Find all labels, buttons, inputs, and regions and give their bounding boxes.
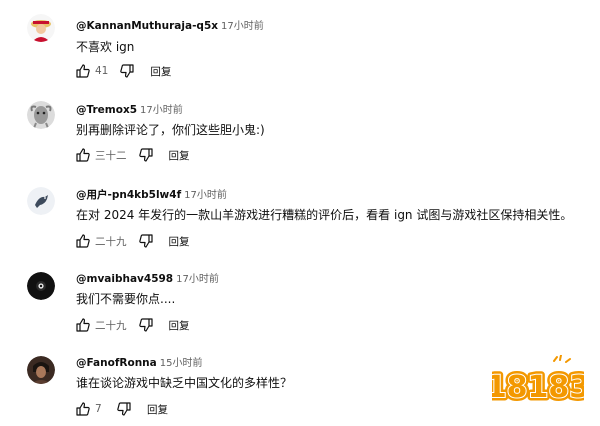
comment-actions: 二十九 回复: [74, 316, 190, 334]
thumb-up-icon[interactable]: [74, 400, 92, 418]
comment-author-line: @KannanMuthuraja-q5x 17小时前: [76, 17, 264, 32]
comment-actions: 二十九 回复: [74, 232, 190, 250]
comment-text: 在对 2024 年发行的一款山羊游戏进行糟糕的评价后，看看 ign 试图与游戏社…: [76, 208, 573, 222]
comment-text: 别再删除评论了，你们这些胆小鬼:): [76, 123, 265, 137]
thumb-down-icon[interactable]: [118, 62, 136, 80]
comment-time[interactable]: 17小时前: [221, 21, 264, 32]
thumb-up-icon[interactable]: [74, 146, 92, 164]
thumb-down-icon[interactable]: [137, 232, 155, 250]
comment-text: 谁在谈论游戏中缺乏中国文化的多样性？: [76, 376, 293, 390]
comment-actions: 7 回复: [74, 400, 168, 418]
comment-text: 不喜欢 ign: [76, 40, 135, 54]
like-count: 三十二: [95, 149, 127, 162]
comment-text: 我们不需要你点....: [76, 292, 176, 306]
thumb-up-icon[interactable]: [74, 232, 92, 250]
reply-button[interactable]: 回复: [169, 234, 190, 249]
comment-actions: 41 回复: [74, 62, 171, 80]
thumb-up-icon[interactable]: [74, 62, 92, 80]
comment-author-line: @FanofRonna 15小时前: [76, 354, 202, 369]
thumb-down-icon[interactable]: [137, 316, 155, 334]
comment-time[interactable]: 15小时前: [160, 358, 203, 369]
comment-author-line: @用户-pn4kb5lw4f 17小时前: [76, 186, 227, 202]
comment-author-line: @Tremox5 17小时前: [76, 101, 183, 116]
comment-author-line: @mvaibhav4598 17小时前: [76, 270, 219, 285]
reply-button[interactable]: 回复: [150, 64, 171, 79]
logo-18183-icon: 18183 18183: [482, 354, 594, 411]
comment-time[interactable]: 17小时前: [184, 190, 227, 201]
like-count: 二十九: [95, 235, 127, 248]
avatar-doodle-icon[interactable]: [27, 101, 55, 129]
comment-actions: 三十二 回复: [74, 146, 190, 164]
like-count: 41: [95, 65, 109, 77]
comment-author[interactable]: @用户-pn4kb5lw4f: [76, 189, 181, 201]
comment-author[interactable]: @FanofRonna: [76, 357, 157, 369]
thumb-up-icon[interactable]: [74, 316, 92, 334]
reply-button[interactable]: 回复: [169, 148, 190, 163]
comment-author[interactable]: @mvaibhav4598: [76, 273, 173, 285]
like-count: 二十九: [95, 319, 127, 332]
comment-author[interactable]: @KannanMuthuraja-q5x: [76, 20, 218, 32]
svg-text:18183: 18183: [492, 370, 584, 405]
thumb-down-icon[interactable]: [137, 146, 155, 164]
avatar-portrait-icon[interactable]: [27, 356, 55, 384]
comment-time[interactable]: 17小时前: [176, 274, 219, 285]
reply-button[interactable]: 回复: [169, 318, 190, 333]
reply-button[interactable]: 回复: [147, 402, 168, 417]
avatar-cartoon-icon[interactable]: [27, 14, 55, 42]
like-count: 7: [95, 403, 102, 415]
avatar-bird-icon[interactable]: [27, 187, 55, 215]
comment-author[interactable]: @Tremox5: [76, 104, 137, 116]
comment-time[interactable]: 17小时前: [140, 105, 183, 116]
thumb-down-icon[interactable]: [115, 400, 133, 418]
avatar-eye-icon[interactable]: [27, 272, 55, 300]
